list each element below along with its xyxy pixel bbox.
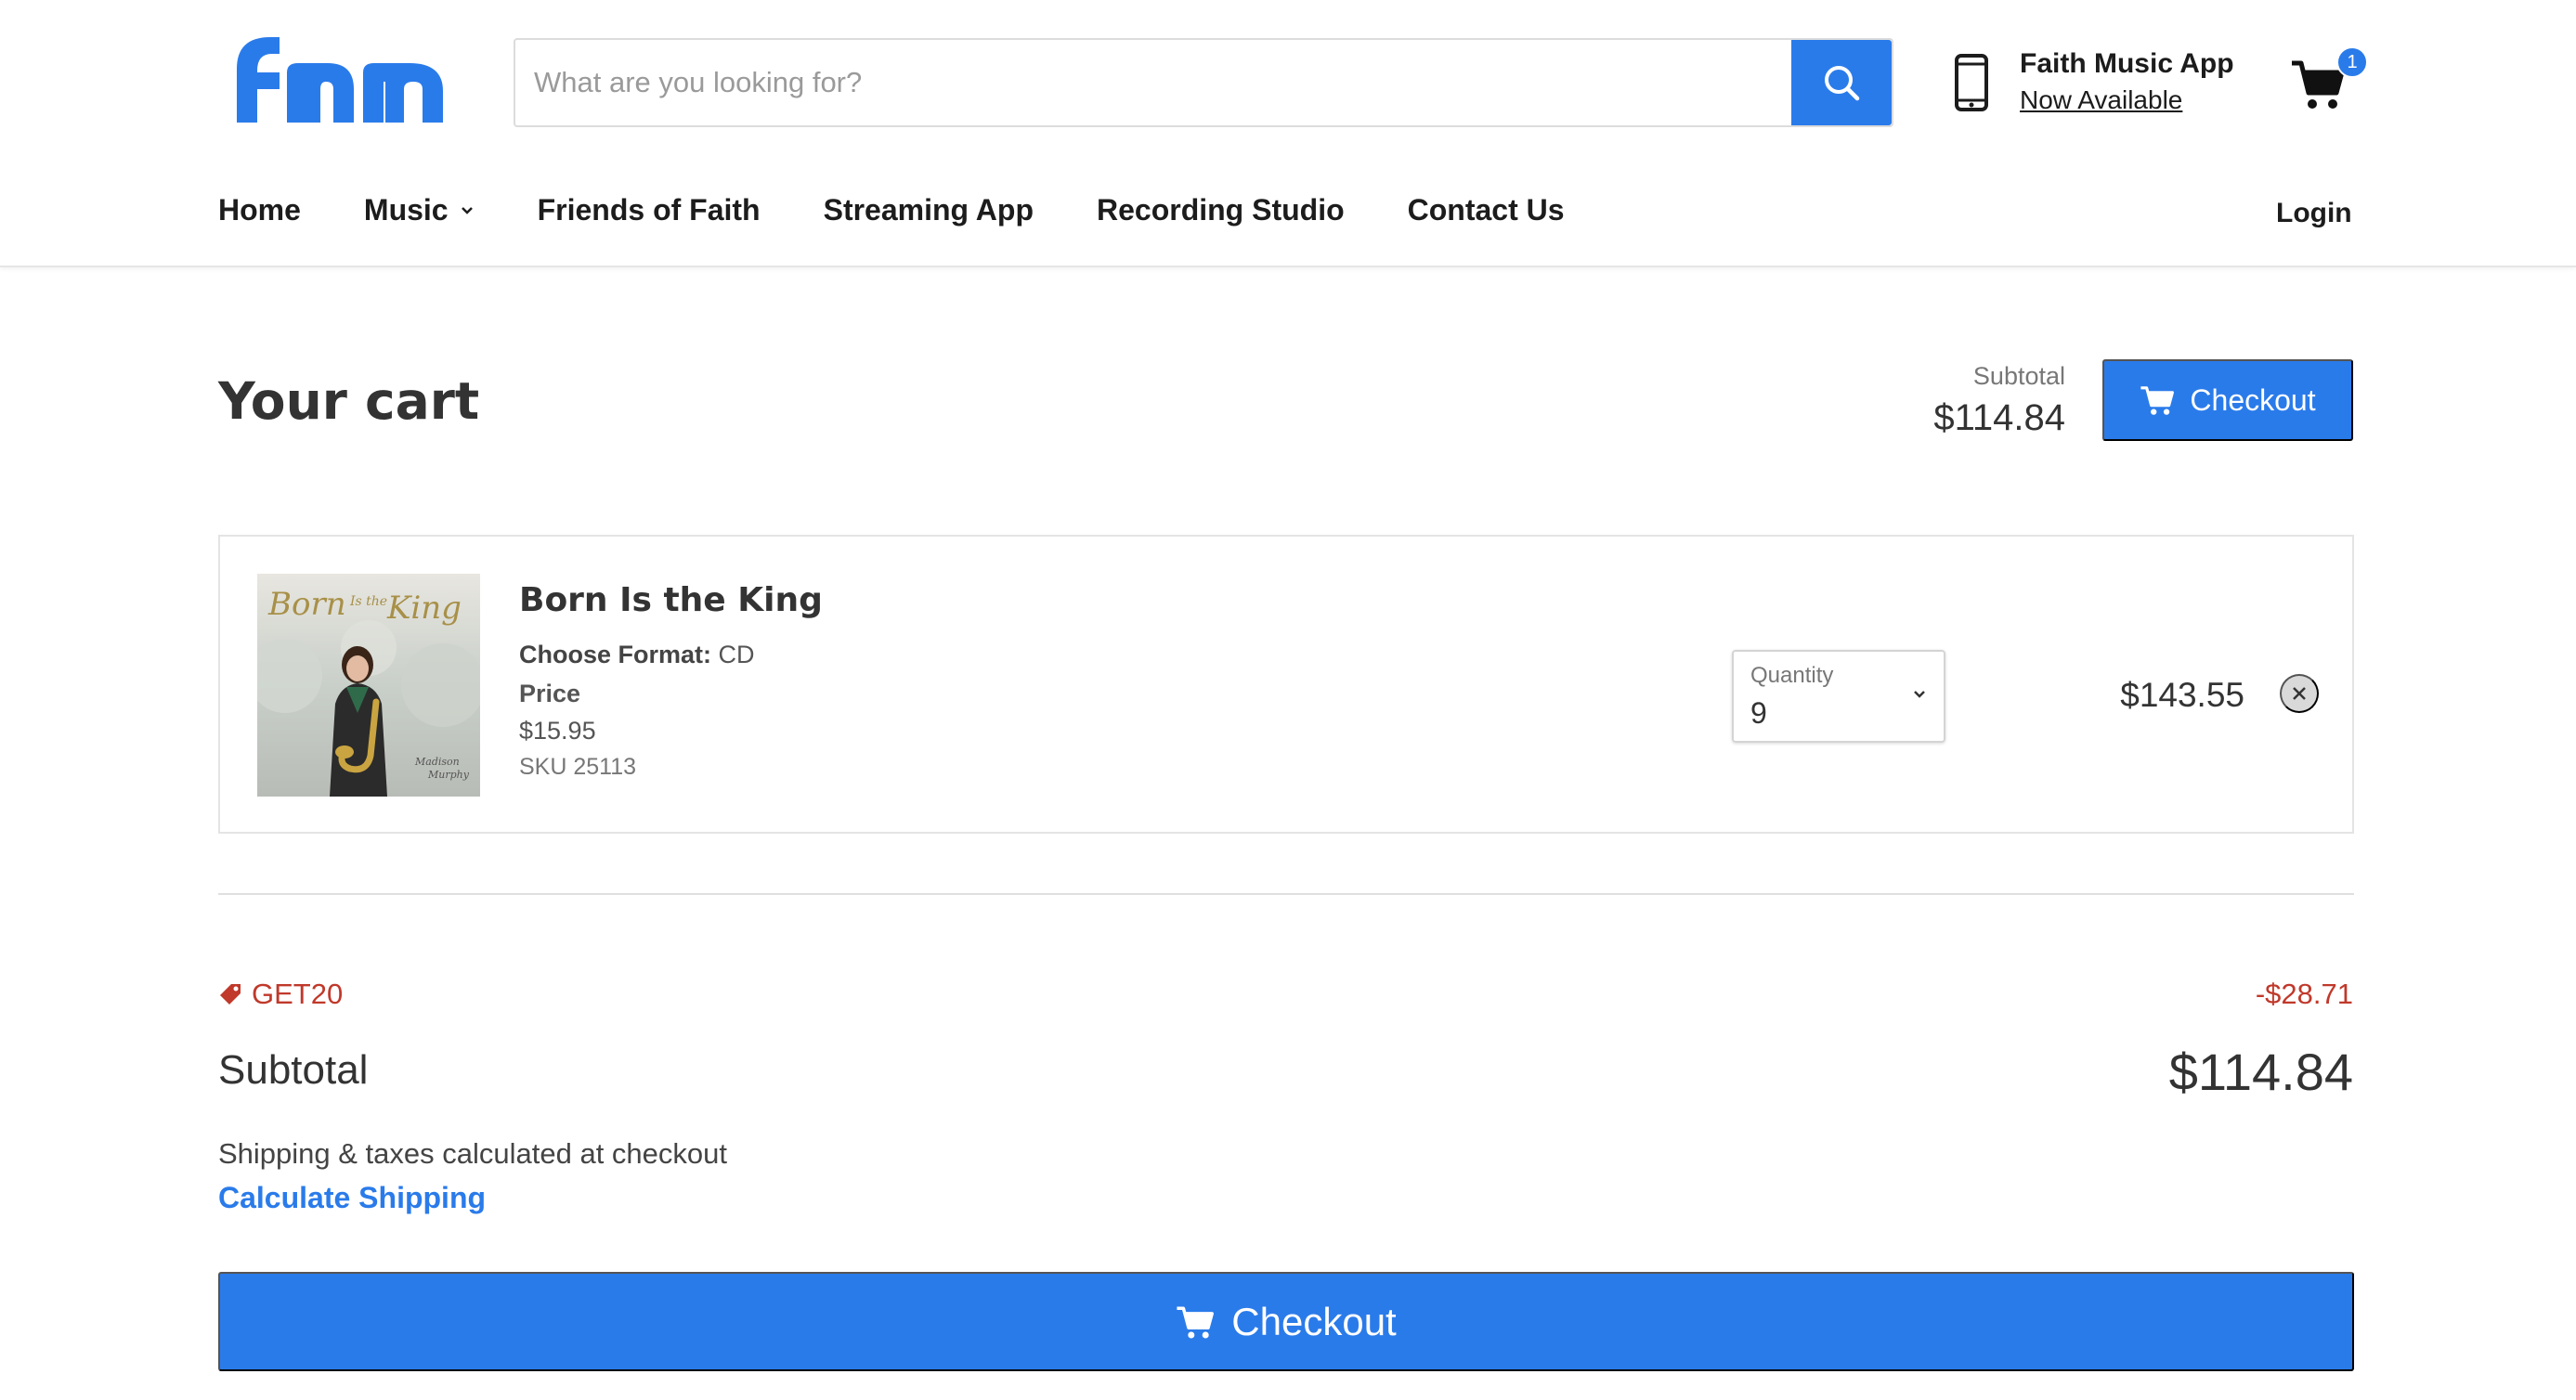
- quantity-value: 9: [1750, 696, 1767, 730]
- checkout-label: Checkout: [2190, 382, 2316, 417]
- product-thumbnail[interactable]: Born Is the King Madison Murphy: [257, 574, 480, 797]
- app-promo-title: Faith Music App: [2020, 48, 2234, 79]
- svg-text:King: King: [386, 590, 462, 627]
- calculate-shipping-link[interactable]: Calculate Shipping: [218, 1181, 486, 1215]
- login-link[interactable]: Login: [2276, 198, 2352, 229]
- nav-item-label: Friends of Faith: [537, 193, 761, 227]
- chevron-down-icon: [461, 206, 473, 214]
- checkout-button-bottom[interactable]: Checkout: [218, 1272, 2354, 1371]
- discount-code: GET20: [218, 978, 343, 1011]
- format-label: Choose Format:: [519, 641, 712, 668]
- app-promo-link[interactable]: Now Available: [2020, 85, 2182, 115]
- nav-item-label: Home: [218, 193, 301, 227]
- cart-icon: [2140, 386, 2175, 415]
- cart-count-badge: 1: [2336, 46, 2368, 78]
- cart-item: Born Is the King Madison Murphy Born Is …: [218, 535, 2354, 834]
- quantity-select[interactable]: Quantity 9: [1732, 650, 1945, 743]
- chevron-down-icon: [1914, 691, 1925, 698]
- nav-item-recording-studio[interactable]: Recording Studio: [1097, 193, 1345, 227]
- cart-button[interactable]: 1: [2290, 46, 2374, 121]
- logo-mark: [237, 37, 443, 123]
- tag-icon: [220, 984, 241, 1005]
- svg-text:Born: Born: [267, 586, 346, 623]
- discount-amount: -$28.71: [2255, 978, 2353, 1010]
- app-promo[interactable]: Faith Music App Now Available: [1955, 45, 2234, 119]
- line-total: $143.55: [2120, 676, 2244, 714]
- nav-item-friends-of-faith[interactable]: Friends of Faith: [538, 193, 761, 227]
- nav-item-label: Contact Us: [1407, 193, 1565, 227]
- top-subtotal-label: Subtotal: [1972, 362, 2065, 390]
- nav-item-label: Streaming App: [823, 193, 1034, 227]
- product-format: Choose Format: CD: [519, 641, 755, 669]
- nav-item-music[interactable]: Music: [364, 193, 475, 227]
- checkout-button-top[interactable]: Checkout: [2102, 359, 2353, 441]
- top-subtotal-value: $114.84: [1933, 397, 2065, 438]
- cart-icon: [1177, 1306, 1215, 1338]
- discount-code-label: GET20: [252, 978, 344, 1010]
- album-cover-image: Born Is the King Madison Murphy: [257, 574, 480, 797]
- price-label: Price: [519, 680, 581, 707]
- divider: [218, 893, 2354, 895]
- quantity-label: Quantity: [1750, 663, 1834, 688]
- nav-item-label: Recording Studio: [1096, 193, 1345, 227]
- close-icon: [2293, 687, 2306, 700]
- subtotal-label: Subtotal: [218, 1047, 369, 1093]
- format-value: CD: [718, 641, 755, 668]
- shipping-note: Shipping & taxes calculated at checkout: [218, 1137, 728, 1170]
- search-bar: [514, 38, 1893, 127]
- page-title: Your cart: [218, 371, 480, 431]
- nav-item-streaming-app[interactable]: Streaming App: [824, 193, 1034, 227]
- checkout-label: Checkout: [1231, 1299, 1397, 1343]
- subtotal-value: $114.84: [2168, 1043, 2353, 1101]
- search-button[interactable]: [1791, 40, 1892, 125]
- nav-item-contact-us[interactable]: Contact Us: [1408, 193, 1565, 227]
- product-sku: SKU 25113: [519, 754, 637, 780]
- product-name[interactable]: Born Is the King: [519, 581, 823, 619]
- nav-item-home[interactable]: Home: [218, 193, 301, 227]
- unit-price: $15.95: [519, 717, 596, 745]
- svg-text:Is the: Is the: [349, 594, 387, 609]
- nav-item-label: Music: [363, 193, 449, 227]
- remove-item-button[interactable]: [2280, 674, 2319, 713]
- svg-text:Murphy: Murphy: [427, 769, 470, 781]
- main-nav: Home Music Friends of Faith Streaming Ap…: [218, 193, 1628, 227]
- phone-icon: [1955, 54, 1988, 111]
- search-input[interactable]: [515, 40, 1791, 125]
- search-icon: [1825, 66, 1860, 101]
- svg-text:Madison: Madison: [414, 756, 460, 768]
- site-header: Faith Music App Now Available 1 Home Mus…: [0, 0, 2576, 267]
- site-logo[interactable]: [218, 30, 458, 123]
